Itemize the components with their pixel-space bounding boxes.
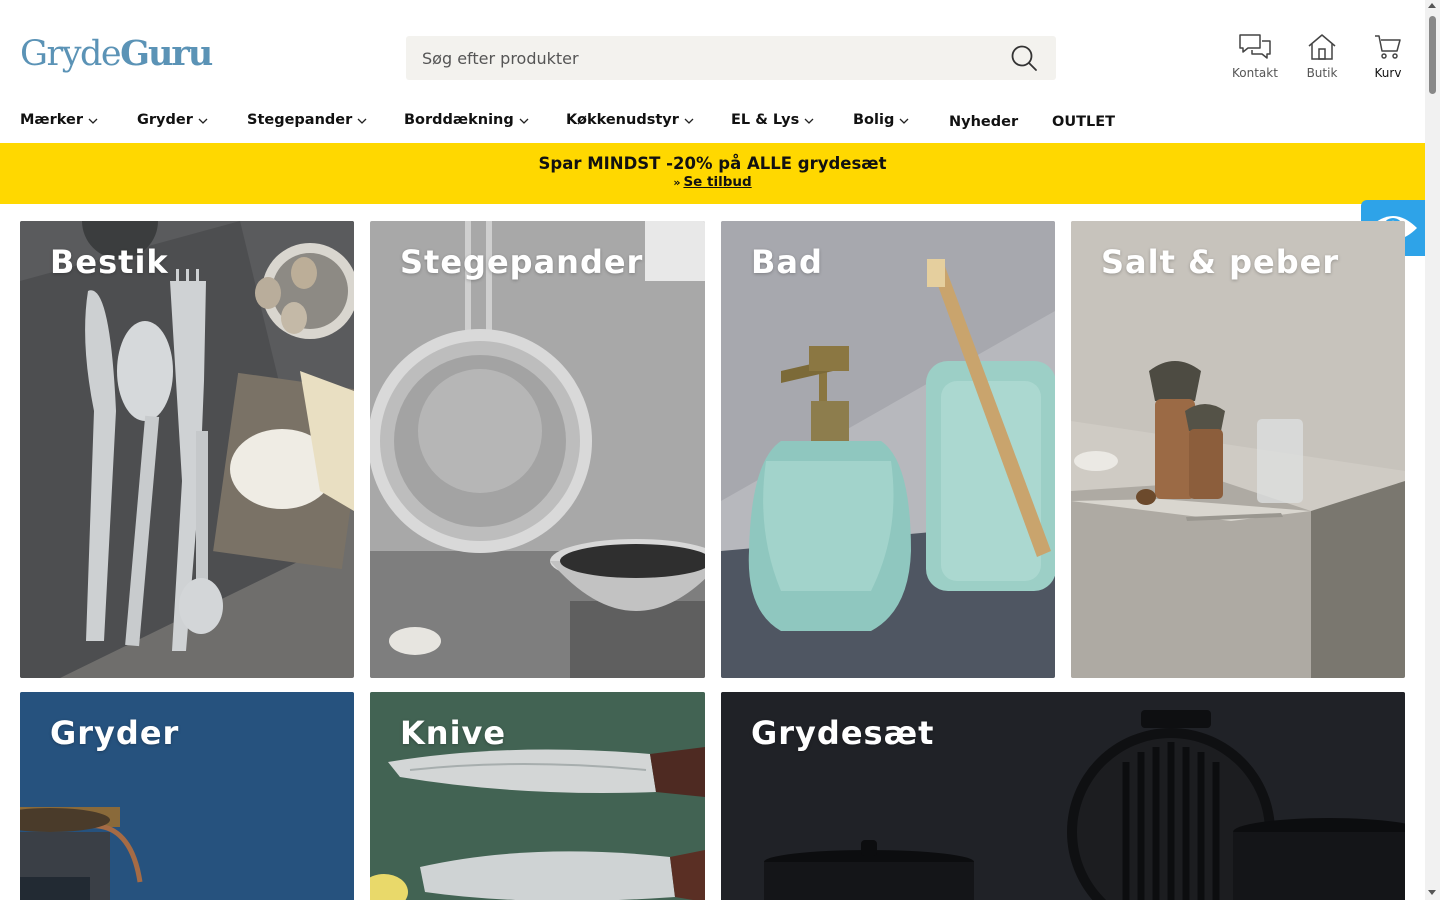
contact-label: Kontakt [1232, 66, 1278, 80]
search-input[interactable] [406, 36, 996, 80]
promo-arrow: » [673, 176, 681, 189]
cart-link[interactable]: Kurv [1373, 32, 1403, 80]
nav-label: Nyheder [949, 114, 1019, 130]
nav-item-outlet[interactable]: OUTLET [1052, 114, 1115, 130]
chevron-down-icon [804, 118, 814, 124]
nav-label: OUTLET [1052, 114, 1116, 130]
category-tile-knive[interactable]: Knive [370, 692, 705, 900]
category-tile-grydesaet[interactable]: Grydesæt [721, 692, 1405, 900]
search-icon[interactable] [1010, 44, 1038, 72]
nav-label: Køkkenudstyr [566, 112, 679, 128]
chevron-down-icon [88, 118, 98, 124]
tile-title: Salt & peber [1101, 243, 1340, 281]
site-logo[interactable]: GrydeGuru [20, 33, 213, 74]
chevron-down-icon [684, 118, 694, 124]
store-label: Butik [1306, 66, 1338, 80]
logo-part-2: Guru [120, 33, 213, 74]
category-tile-gryder[interactable]: Gryder [20, 692, 354, 900]
bathroom-photo [721, 221, 1055, 678]
nav-label: EL & Lys [731, 112, 800, 128]
tile-title: Knive [400, 714, 507, 752]
nav-item-gryder[interactable]: Gryder [137, 112, 208, 128]
promo-link[interactable]: Se tilbud [683, 174, 751, 190]
cart-icon [1373, 32, 1403, 62]
site-header: GrydeGuru Kontakt Butik Kurv [0, 0, 1425, 100]
nav-label: Stegepander [247, 112, 353, 128]
promo-headline: Spar MINDST -20% på ALLE grydesæt [538, 154, 887, 173]
scroll-up-arrow-icon[interactable] [1428, 3, 1436, 8]
tile-title: Bestik [50, 243, 169, 281]
chevron-down-icon [899, 118, 909, 124]
nav-item-koekkenudstyr[interactable]: Køkkenudstyr [566, 112, 694, 128]
logo-part-1: Gryde [20, 34, 122, 74]
tile-title: Bad [751, 243, 823, 281]
chat-icon [1232, 32, 1278, 62]
frying-pan-photo [370, 221, 705, 678]
contact-link[interactable]: Kontakt [1232, 32, 1278, 80]
chevron-down-icon [198, 118, 208, 124]
nav-label: Mærker [20, 112, 84, 128]
chevron-down-icon [519, 118, 529, 124]
nav-item-stegepander[interactable]: Stegepander [247, 112, 367, 128]
chevron-down-icon [357, 118, 367, 124]
tile-title: Grydesæt [751, 714, 935, 752]
category-tile-bestik[interactable]: Bestik [20, 221, 354, 678]
nav-label: Bolig [853, 112, 895, 128]
page-scrollbar[interactable] [1425, 0, 1440, 900]
salt-pepper-photo [1071, 221, 1405, 678]
nav-item-borddaekning[interactable]: Borddækning [404, 112, 529, 128]
nav-item-maerker[interactable]: Mærker [20, 112, 98, 128]
category-tile-stegepander[interactable]: Stegepander [370, 221, 705, 678]
scroll-down-arrow-icon[interactable] [1428, 890, 1436, 895]
tile-title: Stegepander [400, 243, 644, 281]
promo-banner: Spar MINDST -20% på ALLE grydesæt » Se ti… [0, 143, 1425, 204]
page: GrydeGuru Kontakt Butik Kurv [0, 0, 1425, 900]
main-navigation: Mærker Gryder Stegepander Borddækning Kø… [0, 104, 1425, 140]
nav-item-el-lys[interactable]: EL & Lys [731, 112, 814, 128]
nav-item-nyheder[interactable]: Nyheder [949, 114, 1018, 130]
nav-item-bolig[interactable]: Bolig [853, 112, 909, 128]
nav-label: Gryder [137, 112, 193, 128]
scrollbar-thumb[interactable] [1429, 16, 1436, 94]
category-tile-bad[interactable]: Bad [721, 221, 1055, 678]
tile-title: Gryder [50, 714, 180, 752]
cutlery-photo [20, 221, 354, 678]
house-icon [1306, 32, 1338, 62]
category-tile-salt-peber[interactable]: Salt & peber [1071, 221, 1405, 678]
search-bar [406, 36, 1056, 80]
store-link[interactable]: Butik [1306, 32, 1338, 80]
nav-label: Borddækning [404, 112, 514, 128]
cart-label: Kurv [1374, 66, 1402, 80]
